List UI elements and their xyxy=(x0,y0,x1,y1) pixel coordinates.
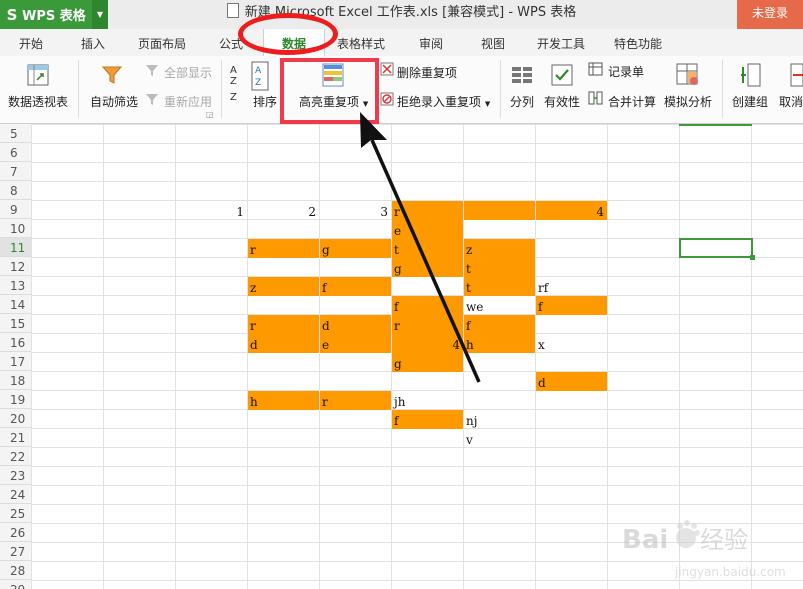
baidu-watermark-logo: Bai 经验 jingyan.baidu.com xyxy=(622,520,786,579)
svg-text:经验: 经验 xyxy=(700,526,748,554)
svg-text:jingyan.baidu.com: jingyan.baidu.com xyxy=(674,565,786,579)
annotation-arrow xyxy=(360,112,481,383)
svg-text:Bai: Bai xyxy=(622,525,668,555)
